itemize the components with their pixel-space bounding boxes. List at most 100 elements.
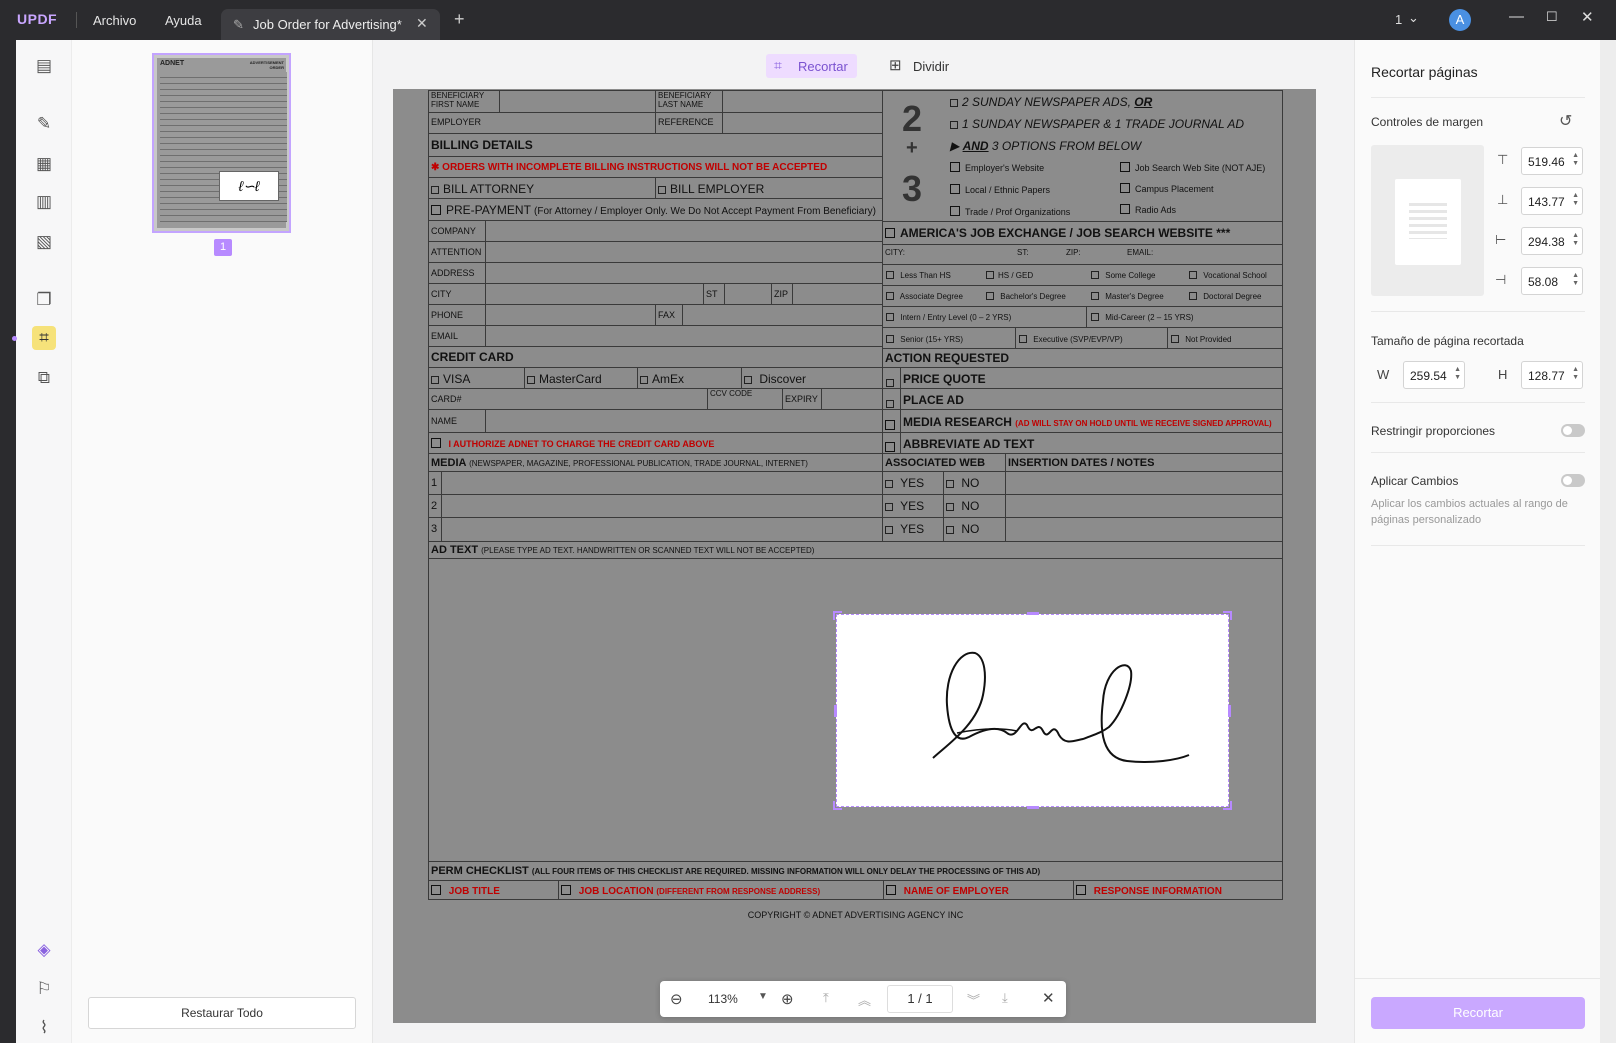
crop-handle-left[interactable] xyxy=(834,705,837,717)
option-local-ethnic[interactable]: Local / Ethnic Papers xyxy=(950,184,1050,195)
web-yes-3[interactable]: YES xyxy=(882,517,944,542)
page-number-field[interactable]: 1 / 1 xyxy=(887,985,953,1013)
left-margin-input[interactable]: 294.38 ▲ ▼ xyxy=(1521,227,1583,255)
restore-all-button[interactable]: Restaurar Todo xyxy=(88,997,356,1029)
bill-employer-option[interactable]: BILL EMPLOYER xyxy=(655,177,883,199)
avatar[interactable]: A xyxy=(1449,9,1471,31)
lock-ratio-toggle[interactable] xyxy=(1561,424,1585,437)
place-ad-option[interactable]: PLACE AD xyxy=(900,388,1283,410)
attachment-icon[interactable]: ⌇ xyxy=(32,1016,56,1040)
perm-name-employer[interactable]: NAME OF EMPLOYER xyxy=(883,880,1074,900)
stepper-icon[interactable]: ▲ ▼ xyxy=(1572,152,1579,168)
zoom-out-icon[interactable]: ⊖ xyxy=(670,990,683,1008)
prev-page-icon[interactable]: ︽ xyxy=(858,990,871,1009)
option-sunday-trade[interactable]: 1 SUNDAY NEWSPAPER & 1 TRADE JOURNAL AD xyxy=(950,117,1244,131)
aje-option[interactable]: AMERICA'S JOB EXCHANGE / JOB SEARCH WEBS… xyxy=(882,221,1283,245)
reset-icon[interactable]: ↺ xyxy=(1559,111,1572,131)
menu-help[interactable]: Ayuda xyxy=(165,13,202,28)
edu-some-college[interactable]: Some College xyxy=(1091,271,1155,280)
protect-icon[interactable]: ⧉ xyxy=(32,366,56,390)
document-tab[interactable]: ✎ Job Order for Advertising* ✕ xyxy=(221,9,440,40)
perm-job-title[interactable]: JOB TITLE xyxy=(428,880,559,900)
menu-file[interactable]: Archivo xyxy=(93,13,136,28)
edit-pdf-icon[interactable]: ▦ xyxy=(32,152,56,176)
stepper-icon[interactable]: ▲ ▼ xyxy=(1572,272,1579,288)
close-zoombar-icon[interactable]: ✕ xyxy=(1042,989,1055,1007)
crop-mode-button[interactable]: ⌗ Recortar xyxy=(766,54,857,78)
first-page-icon[interactable]: ⤒ xyxy=(823,990,829,1006)
crop-handle-top[interactable] xyxy=(1027,612,1039,615)
option-two-sunday[interactable]: 2 SUNDAY NEWSPAPER ADS, OR xyxy=(950,95,1152,109)
crop-handle-top-right[interactable] xyxy=(1223,611,1232,620)
height-input[interactable]: 128.77 ▲ ▼ xyxy=(1521,361,1583,389)
visa-option[interactable]: VISA xyxy=(428,367,525,389)
option-employers-website[interactable]: Employer's Website xyxy=(950,162,1044,173)
close-tab-icon[interactable]: ✕ xyxy=(416,15,428,32)
edu-master[interactable]: Master's Degree xyxy=(1091,292,1164,301)
organize-pages-icon[interactable]: ❐ xyxy=(32,288,56,312)
stepper-icon[interactable]: ▲ ▼ xyxy=(1454,366,1461,382)
amex-option[interactable]: AmEx xyxy=(637,367,742,389)
bookmark-icon[interactable]: ⚐ xyxy=(32,977,56,1001)
page-thumbnail[interactable]: ADNET ADVERTISEMENT ORDER ℓ∽ℓ xyxy=(152,53,291,233)
web-no-2[interactable]: NO xyxy=(943,494,1006,518)
maximize-icon[interactable]: ☐ xyxy=(1546,9,1558,25)
price-quote-option[interactable]: PRICE QUOTE xyxy=(900,367,1283,389)
split-mode-button[interactable]: ⊞ Dividir xyxy=(887,54,967,78)
option-trade-prof[interactable]: Trade / Prof Organizations xyxy=(950,206,1070,217)
top-margin-input[interactable]: 519.46 ▲ ▼ xyxy=(1521,147,1583,175)
zoom-dropdown-icon[interactable]: ▼ xyxy=(758,991,768,1002)
layers-icon[interactable]: ◈ xyxy=(32,938,56,962)
minimize-icon[interactable]: — xyxy=(1509,8,1524,25)
edu-associate[interactable]: Associate Degree xyxy=(886,292,963,301)
last-page-icon[interactable]: ⤓ xyxy=(1002,990,1008,1006)
edu-vocational[interactable]: Vocational School xyxy=(1189,271,1267,280)
new-tab-icon[interactable]: + xyxy=(454,9,465,30)
close-window-icon[interactable]: ✕ xyxy=(1581,8,1594,26)
bottom-margin-input[interactable]: 143.77 ▲ ▼ xyxy=(1521,187,1583,215)
exp-mid[interactable]: Mid-Career (2 – 15 YRS) xyxy=(1091,313,1194,322)
chevron-down-icon[interactable]: ⌄ xyxy=(1408,10,1419,26)
crop-button[interactable]: Recortar xyxy=(1371,997,1585,1029)
edu-hs-ged[interactable]: HS / GED xyxy=(986,271,1033,280)
edu-less-hs[interactable]: Less Than HS xyxy=(886,271,951,280)
perm-job-location[interactable]: JOB LOCATION (DIFFERENT FROM RESPONSE AD… xyxy=(558,880,884,900)
web-yes-2[interactable]: YES xyxy=(882,494,944,518)
edu-bachelor[interactable]: Bachelor's Degree xyxy=(986,292,1066,301)
crop-handle-bottom-left[interactable] xyxy=(833,801,842,810)
fill-sign-icon[interactable]: ▧ xyxy=(32,230,56,254)
option-campus[interactable]: Campus Placement xyxy=(1120,183,1214,194)
discover-option[interactable]: Discover xyxy=(741,367,883,389)
bill-attorney-option[interactable]: BILL ATTORNEY xyxy=(428,177,656,199)
exp-intern[interactable]: Intern / Entry Level (0 – 2 YRS) xyxy=(886,313,1011,322)
authorize-option[interactable]: I AUTHORIZE ADNET TO CHARGE THE CREDIT C… xyxy=(428,432,883,454)
right-margin-input[interactable]: 58.08 ▲ ▼ xyxy=(1521,267,1583,295)
crop-handle-bottom[interactable] xyxy=(1027,806,1039,809)
option-job-search[interactable]: Job Search Web Site (NOT AJE) xyxy=(1120,162,1265,173)
web-no-1[interactable]: NO xyxy=(943,471,1006,495)
stepper-icon[interactable]: ▲ ▼ xyxy=(1572,232,1579,248)
crop-handle-bottom-right[interactable] xyxy=(1223,801,1232,810)
option-radio[interactable]: Radio Ads xyxy=(1120,204,1176,215)
width-input[interactable]: 259.54 ▲ ▼ xyxy=(1403,361,1465,389)
mastercard-option[interactable]: MasterCard xyxy=(524,367,638,389)
web-yes-1[interactable]: YES xyxy=(882,471,944,495)
media-research-option[interactable]: MEDIA RESEARCH (AD WILL STAY ON HOLD UNT… xyxy=(900,409,1283,433)
crop-selection-box[interactable] xyxy=(833,611,1232,810)
web-no-3[interactable]: NO xyxy=(943,517,1006,542)
edu-doctoral[interactable]: Doctoral Degree xyxy=(1189,292,1261,301)
exp-senior[interactable]: Senior (15+ YRS) xyxy=(886,335,963,344)
prepayment-option[interactable]: PRE-PAYMENT (For Attorney / Employer Onl… xyxy=(428,198,883,221)
next-page-icon[interactable]: ︾ xyxy=(967,990,980,1009)
exp-executive[interactable]: Executive (SVP/EVP/VP) xyxy=(1019,335,1123,344)
page-indicator[interactable]: 1 xyxy=(1395,12,1402,27)
crop-pages-icon[interactable]: ⌗ xyxy=(32,326,56,350)
crop-handle-right[interactable] xyxy=(1228,705,1231,717)
zoom-level[interactable]: 113% xyxy=(708,992,738,1006)
form-icon[interactable]: ▥ xyxy=(32,190,56,214)
apply-changes-toggle[interactable] xyxy=(1561,474,1585,487)
stepper-icon[interactable]: ▲ ▼ xyxy=(1572,192,1579,208)
crop-handle-top-left[interactable] xyxy=(833,611,842,620)
perm-response-info[interactable]: RESPONSE INFORMATION xyxy=(1073,880,1283,900)
exp-not-provided[interactable]: Not Provided xyxy=(1171,335,1231,344)
